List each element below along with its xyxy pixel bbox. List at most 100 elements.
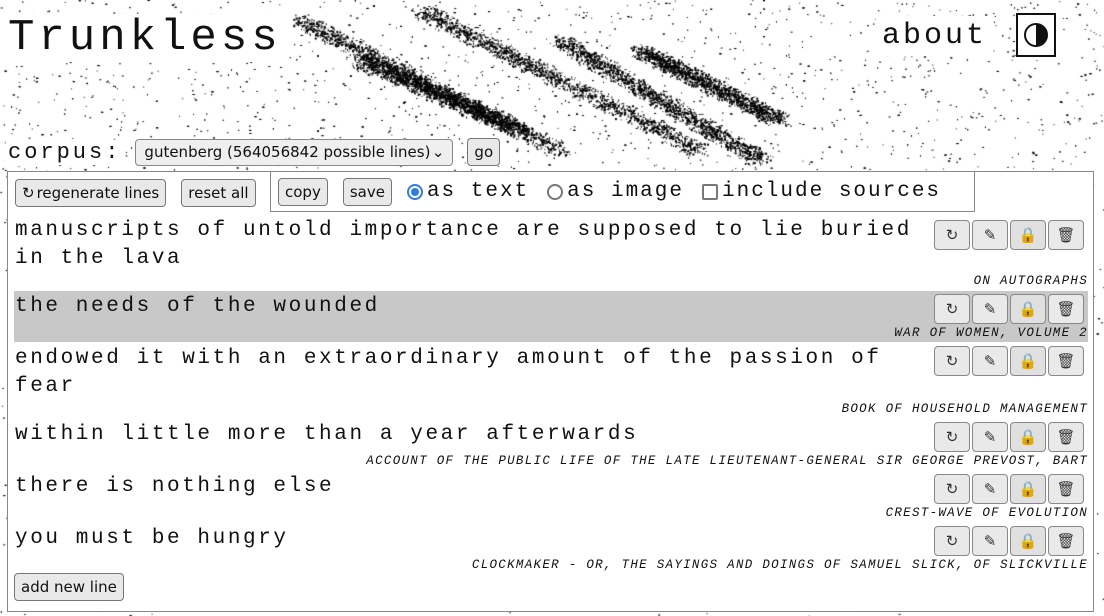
reset-all-button[interactable]: reset all — [181, 179, 256, 207]
poem-panel: ↻ regenerate lines reset all copy save a… — [7, 171, 1094, 612]
edit-line-button[interactable]: ✎ — [972, 220, 1008, 250]
edit-line-button[interactable]: ✎ — [972, 474, 1008, 504]
lock-line-button[interactable]: 🔒 — [1010, 220, 1046, 250]
poem-line: manuscripts of untold importance are sup… — [14, 217, 1088, 293]
as-text-label: as text — [426, 180, 530, 203]
include-sources-label: include sources — [722, 180, 942, 203]
lock-icon: 🔒 — [1018, 532, 1038, 550]
lock-line-button[interactable]: 🔒 — [1010, 346, 1046, 376]
refresh-icon: ↻ — [945, 428, 959, 446]
line-source: Clockmaker - or, the Sayings and Doings … — [471, 558, 1088, 572]
app-title: Trunkless — [8, 14, 288, 62]
refresh-icon: ↻ — [945, 532, 959, 550]
line-text: manuscripts of untold importance are sup… — [15, 219, 928, 270]
lock-line-button[interactable]: 🔒 — [1010, 422, 1046, 452]
trash-icon: 🗑 — [1056, 480, 1076, 498]
pencil-icon: ✎ — [983, 300, 997, 318]
line-text: you must be hungry — [15, 527, 289, 550]
corpus-label: corpus: — [6, 139, 126, 165]
lock-icon: 🔒 — [1018, 428, 1038, 446]
poem-line: within little more than a year afterward… — [14, 421, 1088, 471]
trash-icon: 🗑 — [1056, 428, 1076, 446]
radio-unselected-icon — [547, 183, 564, 200]
pencil-icon: ✎ — [983, 352, 997, 370]
line-actions: ↻ ✎ 🔒 🗑 — [934, 346, 1084, 376]
line-source: On Autographs — [973, 274, 1088, 288]
line-text: endowed it with an extraordinary amount … — [15, 347, 897, 398]
poem-line: endowed it with an extraordinary amount … — [14, 345, 1088, 419]
trash-icon: 🗑 — [1056, 226, 1076, 244]
line-actions: ↻ ✎ 🔒 🗑 — [934, 526, 1084, 556]
trash-icon: 🗑 — [1056, 300, 1076, 318]
as-image-radio[interactable]: as image — [547, 180, 684, 203]
go-button[interactable]: go — [467, 138, 501, 166]
as-text-radio[interactable]: as text — [406, 180, 530, 203]
refresh-icon: ↻ — [945, 226, 959, 244]
refresh-icon: ↻ — [22, 184, 35, 202]
regenerate-line-button[interactable]: ↻ — [934, 294, 970, 324]
line-text: within little more than a year afterward… — [15, 423, 639, 446]
poem-line: you must be hungry ↻ ✎ 🔒 🗑 Clockmaker - … — [14, 525, 1088, 575]
lock-line-button[interactable]: 🔒 — [1010, 526, 1046, 556]
line-source: Account of the Public Life of the Late L… — [366, 454, 1088, 468]
line-source: Book of Household Management — [841, 402, 1088, 416]
about-link[interactable]: about — [876, 16, 994, 56]
as-image-label: as image — [567, 180, 684, 203]
trash-icon: 🗑 — [1056, 532, 1076, 550]
line-source: War of Women, Volume 2 — [894, 326, 1088, 340]
lock-line-button[interactable]: 🔒 — [1010, 474, 1046, 504]
line-text: the needs of the wounded — [15, 295, 380, 318]
lock-icon: 🔒 — [1018, 226, 1038, 244]
refresh-icon: ↻ — [945, 480, 959, 498]
checkbox-icon — [702, 183, 718, 200]
pencil-icon: ✎ — [983, 226, 997, 244]
delete-line-button[interactable]: 🗑 — [1048, 422, 1084, 452]
edit-line-button[interactable]: ✎ — [972, 422, 1008, 452]
pencil-icon: ✎ — [983, 480, 997, 498]
refresh-icon: ↻ — [945, 300, 959, 318]
edit-line-button[interactable]: ✎ — [972, 526, 1008, 556]
delete-line-button[interactable]: 🗑 — [1048, 220, 1084, 250]
lock-line-button[interactable]: 🔒 — [1010, 294, 1046, 324]
regenerate-lines-button[interactable]: ↻ regenerate lines — [15, 179, 167, 207]
lock-icon: 🔒 — [1018, 480, 1038, 498]
regenerate-line-button[interactable]: ↻ — [934, 346, 970, 376]
add-new-line-button[interactable]: add new line — [14, 573, 124, 601]
edit-line-button[interactable]: ✎ — [972, 346, 1008, 376]
regenerate-lines-label: regenerate lines — [36, 184, 160, 202]
poem-line: there is nothing else ↻ ✎ 🔒 🗑 Crest-Wave… — [14, 473, 1088, 523]
regenerate-line-button[interactable]: ↻ — [934, 474, 970, 504]
delete-line-button[interactable]: 🗑 — [1048, 294, 1084, 324]
regenerate-line-button[interactable]: ↻ — [934, 422, 970, 452]
line-text: there is nothing else — [15, 475, 335, 498]
lock-icon: 🔒 — [1018, 300, 1038, 318]
regenerate-line-button[interactable]: ↻ — [934, 220, 970, 250]
export-toolbar: copy save as text as image include sourc… — [270, 172, 975, 212]
chevron-down-icon: ⌄ — [431, 143, 445, 161]
delete-line-button[interactable]: 🗑 — [1048, 474, 1084, 504]
line-actions: ↻ ✎ 🔒 🗑 — [934, 220, 1084, 250]
radio-selected-icon — [406, 183, 423, 200]
trash-icon: 🗑 — [1056, 352, 1076, 370]
line-source: Crest-Wave of Evolution — [885, 506, 1088, 520]
delete-line-button[interactable]: 🗑 — [1048, 526, 1084, 556]
corpus-select[interactable]: gutenberg (564056842 possible lines) ⌄ — [135, 138, 454, 166]
toolbar-left: ↻ regenerate lines reset all — [15, 179, 256, 207]
pencil-icon: ✎ — [983, 532, 997, 550]
theme-toggle-button[interactable] — [1016, 13, 1056, 57]
delete-line-button[interactable]: 🗑 — [1048, 346, 1084, 376]
contrast-icon — [1024, 23, 1048, 47]
edit-line-button[interactable]: ✎ — [972, 294, 1008, 324]
line-actions: ↻ ✎ 🔒 🗑 — [934, 422, 1084, 452]
regenerate-line-button[interactable]: ↻ — [934, 526, 970, 556]
refresh-icon: ↻ — [945, 352, 959, 370]
lock-icon: 🔒 — [1018, 352, 1038, 370]
line-actions: ↻ ✎ 🔒 🗑 — [934, 294, 1084, 324]
copy-button[interactable]: copy — [278, 177, 328, 206]
pencil-icon: ✎ — [983, 428, 997, 446]
poem-line-highlighted: the needs of the wounded ↻ ✎ 🔒 🗑 War of … — [14, 291, 1088, 342]
save-button[interactable]: save — [342, 177, 392, 206]
corpus-selected-value: gutenberg (564056842 possible lines) — [144, 143, 431, 161]
include-sources-checkbox[interactable]: include sources — [702, 180, 941, 203]
corpus-row: corpus: gutenberg (564056842 possible li… — [6, 138, 501, 166]
